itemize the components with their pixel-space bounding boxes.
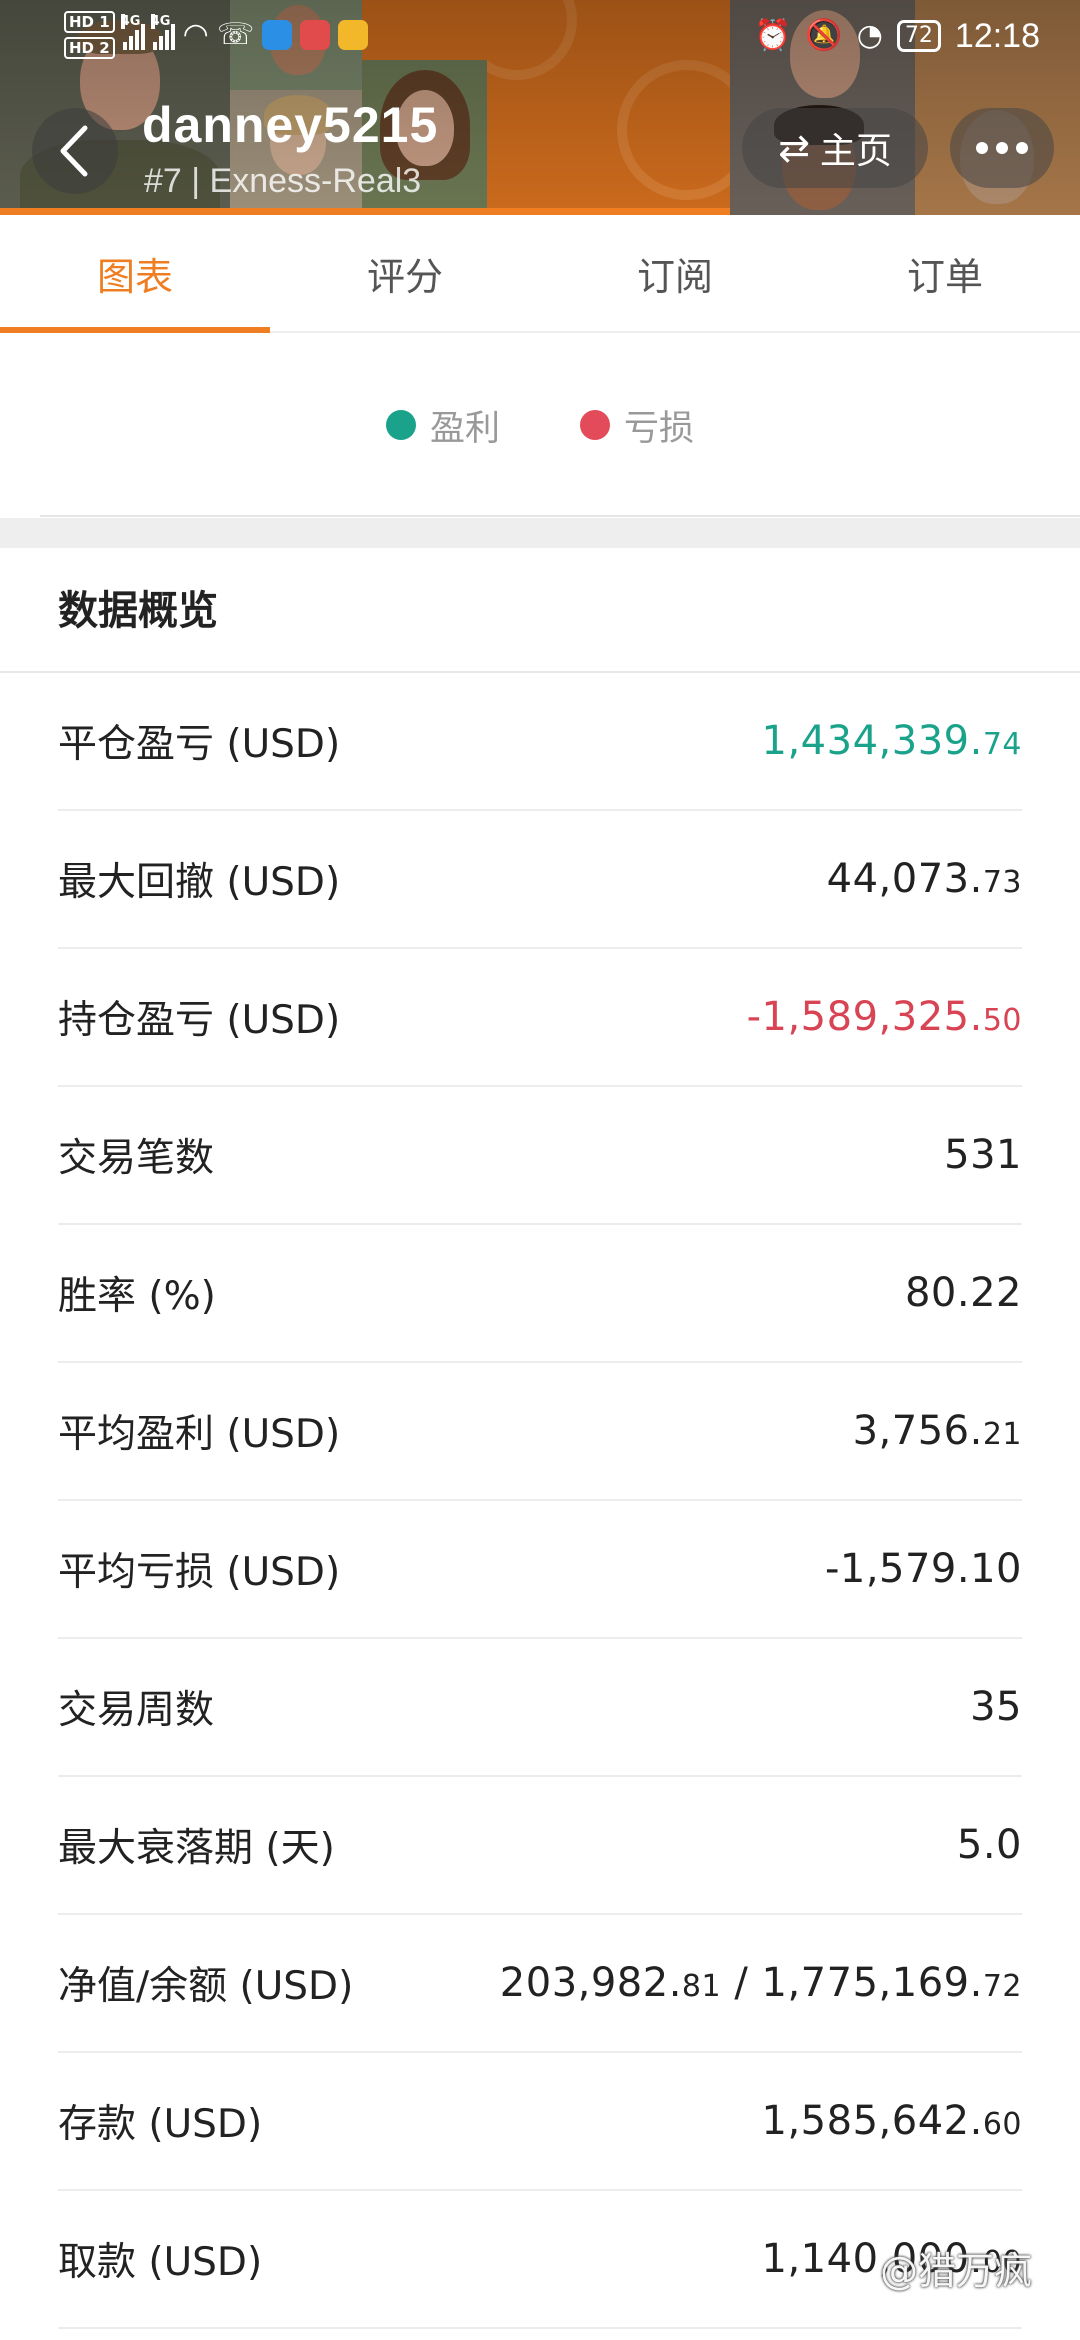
more-button[interactable]: [950, 108, 1054, 188]
overview-row-label: 最大衰落期 (天): [58, 1826, 335, 1871]
divider: [40, 515, 1080, 517]
overview-row-label: 交易周数: [58, 1688, 215, 1733]
alarm-icon: ⏰: [754, 18, 792, 53]
overview-row-label: 存款 (USD): [58, 2102, 263, 2147]
hd2-badge: HD 2: [64, 37, 115, 59]
loss-dot-icon: [580, 410, 610, 440]
wifi-icon: ◠: [182, 17, 209, 52]
tab-rating[interactable]: 评分: [270, 215, 540, 331]
status-bar-right: ⏰ 🔕 ◔ 72 12:18: [754, 14, 1040, 58]
huawei-app-icon: [300, 20, 331, 50]
watermark: @猎万疯: [880, 2249, 1033, 2293]
overview-row-value: 80.22: [904, 1270, 1022, 1316]
overview-row-label: 平仓盈亏 (USD): [58, 722, 341, 767]
account-subtitle: #7 | Exness-Real3: [144, 162, 422, 200]
overview-row-value: 35: [970, 1684, 1022, 1730]
legend-profit[interactable]: 盈利: [385, 400, 500, 451]
overview-row: 胜率 (%) 80.22: [58, 1225, 1022, 1363]
overview-row-value: 203,982.81 / 1,775,169.72: [499, 1960, 1022, 2006]
data-saver-icon: ◔: [856, 18, 883, 53]
status-bar-left: HD 1 HD 2 4G 4G ◠ ☏: [64, 10, 369, 60]
overview-row-label: 平均盈利 (USD): [58, 1412, 341, 1457]
swap-icon: ⇄: [778, 126, 810, 170]
app-notification-icon: [262, 20, 293, 50]
overview-row: 存款 (USD) 1,585,642.60: [58, 2053, 1022, 2191]
overview-row-label: 净值/余额 (USD): [58, 1964, 354, 2009]
overview-row: 最大衰落期 (天) 5.0: [58, 1777, 1022, 1915]
overview-row: 平均盈利 (USD) 3,756.21: [58, 1363, 1022, 1501]
overview-row-value: -1,579.10: [824, 1546, 1022, 1592]
hd1-badge: HD 1: [64, 11, 115, 33]
home-button[interactable]: ⇄ 主页: [742, 108, 928, 188]
overview-row-label: 交易笔数: [58, 1136, 215, 1181]
overview-row: 净值/余额 (USD) 203,982.81 / 1,775,169.72: [58, 1915, 1022, 2053]
overview-row: 交易笔数 531: [58, 1087, 1022, 1225]
tab-subscribe[interactable]: 订阅: [540, 215, 810, 331]
overview-row: 持仓盈亏 (USD) -1,589,325.50: [58, 949, 1022, 1087]
overview-row-label: 取款 (USD): [58, 2240, 263, 2285]
overview-row-label: 平均亏损 (USD): [58, 1550, 341, 1595]
profile-header: HD 1 HD 2 4G 4G ◠ ☏ ⏰ 🔕 ◔ 72 12:18 danne…: [0, 0, 1080, 215]
overview-row-value: 1,434,339.74: [761, 718, 1022, 764]
signal-icon: 4G: [150, 14, 175, 50]
overview-row-value: 1,585,642.60: [761, 2098, 1022, 2144]
overview-row-label: 胜率 (%): [58, 1274, 216, 1319]
missed-call-icon: ☏: [216, 17, 255, 52]
legend-loss[interactable]: 亏损: [580, 400, 694, 451]
overview-row-value: -1,589,325.50: [746, 994, 1022, 1040]
section-title: 数据概览: [58, 588, 218, 634]
battery-icon: 72: [896, 20, 941, 52]
overview-row-value: 531: [944, 1132, 1022, 1178]
tab-bar: 图表 评分 订阅 订单: [0, 215, 1080, 333]
legend-loss-label: 亏损: [624, 408, 695, 449]
more-dots-icon: [976, 142, 988, 154]
overview-row-value: 44,073.73: [826, 856, 1022, 902]
chart-legend: 盈利 亏损: [0, 335, 1080, 515]
overview-row: 平仓盈亏 (USD) 1,434,339.74: [58, 673, 1022, 811]
page-title: danney5215: [142, 97, 439, 153]
mute-icon: 🔕: [805, 18, 843, 53]
profit-dot-icon: [385, 410, 416, 440]
overview-row: 取款 (USD) 1,140,000.00: [58, 2191, 1022, 2329]
overview-row-value: 3,756.21: [852, 1408, 1022, 1454]
overview-row: 交易周数 35: [58, 1639, 1022, 1777]
chevron-left-icon: [60, 125, 88, 177]
clock: 12:18: [954, 16, 1040, 55]
overview-row: 最大回撤 (USD) 44,073.73: [58, 811, 1022, 949]
overview-row-label: 持仓盈亏 (USD): [58, 998, 341, 1043]
mail-icon: [338, 20, 369, 50]
legend-profit-label: 盈利: [429, 408, 500, 449]
back-button[interactable]: [32, 108, 118, 194]
overview-row-label: 最大回撤 (USD): [58, 860, 341, 905]
home-button-label: 主页: [819, 131, 892, 172]
signal-icon: 4G: [120, 14, 145, 50]
tab-orders[interactable]: 订单: [810, 215, 1080, 331]
tab-chart[interactable]: 图表: [0, 215, 270, 333]
overview-list: 平仓盈亏 (USD) 1,434,339.74 最大回撤 (USD) 44,073.7…: [0, 673, 1080, 2329]
overview-row-value: 5.0: [956, 1822, 1022, 1868]
section-separator: [0, 518, 1080, 548]
overview-row: 平均亏损 (USD) -1,579.10: [58, 1501, 1022, 1639]
